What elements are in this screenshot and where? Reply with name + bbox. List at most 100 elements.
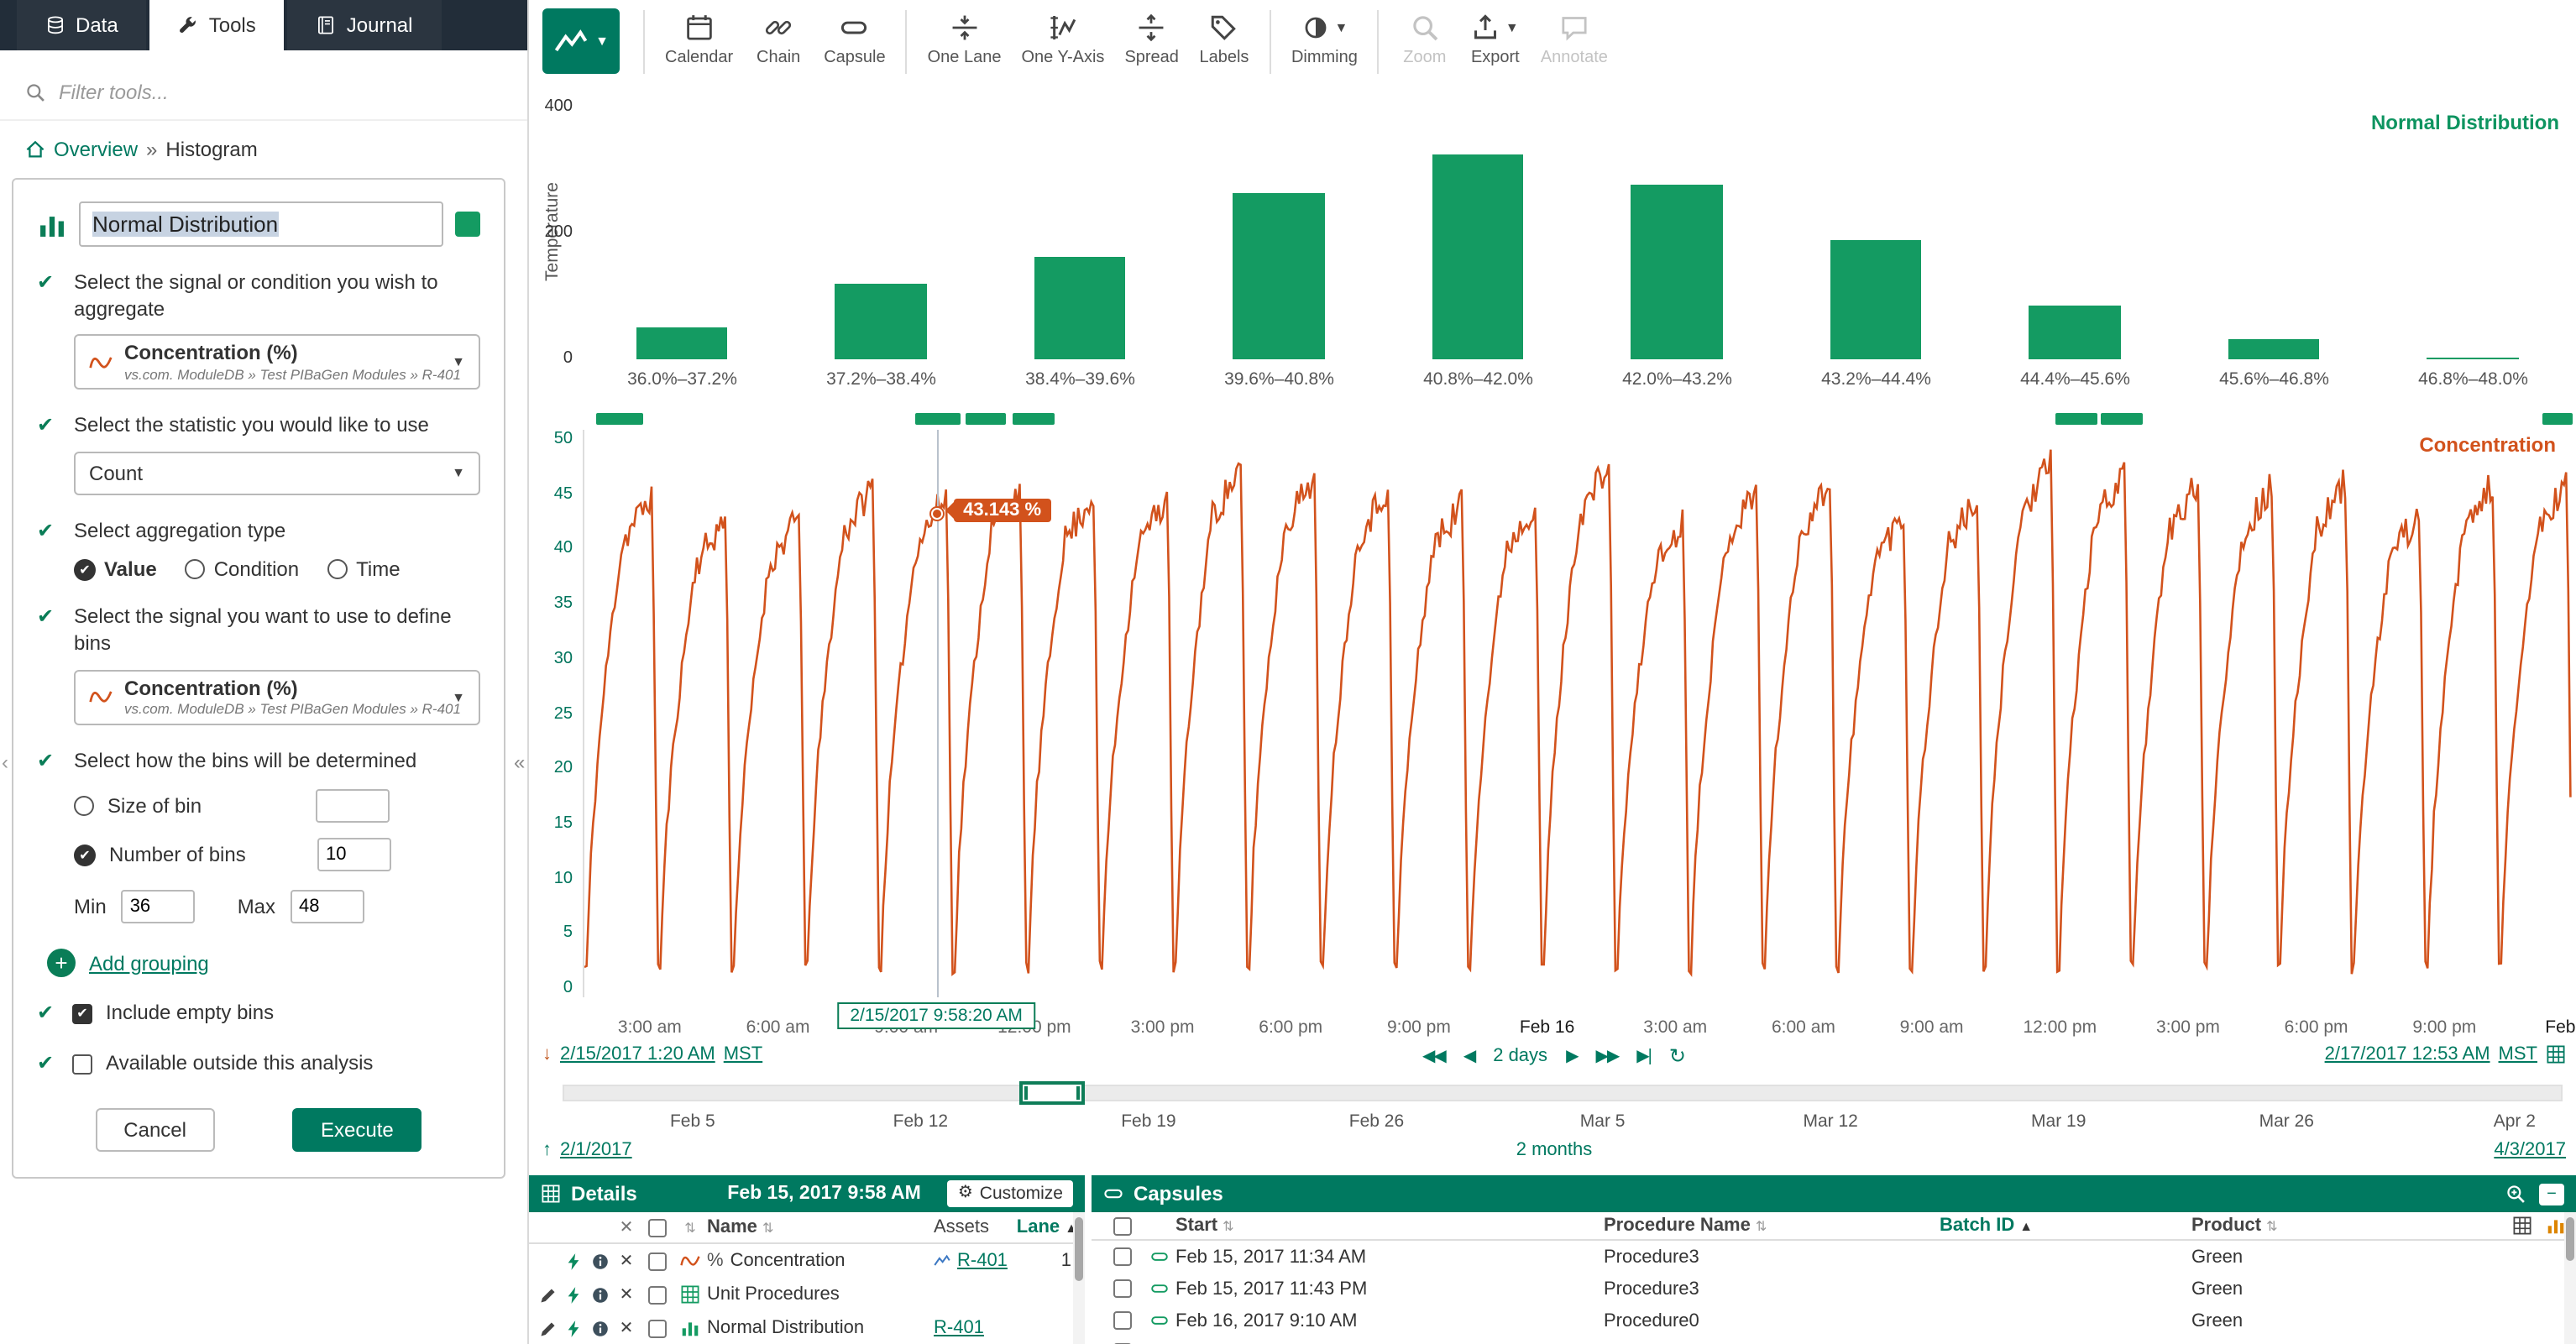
toolbar-export-button[interactable]: ▼ Export <box>1460 7 1531 74</box>
cache-bolt-icon[interactable] <box>563 1285 582 1304</box>
edit-pencil-icon[interactable] <box>538 1319 557 1337</box>
capsule-row[interactable]: Feb 15, 2017 11:43 PM Procedure3 Green <box>1092 1273 2576 1305</box>
toolbar-labels-button[interactable]: Labels <box>1189 7 1259 74</box>
bin-signal-select[interactable]: Concentration (%) vs.com. ModuleDB » Tes… <box>74 669 480 724</box>
edit-pencil-icon[interactable] <box>538 1285 557 1304</box>
toolbar-one-lane-button[interactable]: One Lane <box>918 7 1012 74</box>
add-grouping-link[interactable]: Add grouping <box>89 951 209 975</box>
toolbar-annotate-button[interactable]: Annotate <box>1531 7 1618 74</box>
capsule-bar[interactable] <box>965 413 1007 425</box>
capsule-bar[interactable] <box>1013 413 1055 425</box>
aggregate-signal-select[interactable]: Concentration (%) vs.com. ModuleDB » Tes… <box>74 334 480 390</box>
view-selector-button[interactable]: ▼ <box>542 8 620 74</box>
range-end-timezone-link[interactable]: MST <box>2499 1044 2537 1064</box>
scrollbar-thumb[interactable] <box>1075 1217 1083 1281</box>
investigate-timebar[interactable] <box>563 1085 2563 1101</box>
trend-plot[interactable]: 43.143 % 2/15/2017 9:58:20 AM Concentrat… <box>583 430 2573 997</box>
cancel-button[interactable]: Cancel <box>95 1109 215 1153</box>
capsule-row[interactable]: Feb 17, 2017 10:04 AM <box>1092 1336 2576 1344</box>
capsules-scrollbar[interactable] <box>2564 1212 2576 1344</box>
max-input[interactable] <box>291 890 364 923</box>
histogram-bar[interactable] <box>636 327 728 359</box>
tab-tools[interactable]: Tools <box>150 0 285 50</box>
capsule-checkbox[interactable] <box>1113 1311 1131 1330</box>
select-all-checkbox[interactable] <box>647 1218 666 1237</box>
include-empty-bins-checkbox[interactable]: ✔ <box>72 1004 92 1024</box>
procedure-name-column-header[interactable]: Procedure Name ⇅ <box>1604 1216 1940 1236</box>
cache-bolt-icon[interactable] <box>563 1319 582 1337</box>
capsule-checkbox[interactable] <box>1113 1247 1131 1266</box>
batch-id-column-header[interactable]: Batch ID ▲ <box>1940 1216 2191 1236</box>
details-row-unit-procedures[interactable]: ✕ Unit Procedures <box>529 1278 1085 1311</box>
details-scrollbar[interactable] <box>1073 1212 1085 1344</box>
collapse-panel-button[interactable]: − <box>2539 1183 2564 1205</box>
collapse-sidebar-handle[interactable]: « <box>514 750 525 774</box>
info-icon[interactable] <box>590 1285 609 1304</box>
product-column-header[interactable]: Product ⇅ <box>2191 1216 2492 1236</box>
statistic-select[interactable]: Count ▼ <box>74 452 480 495</box>
capsule-bar[interactable] <box>2101 413 2143 425</box>
zoom-to-capsule-icon[interactable] <box>2505 1184 2526 1204</box>
details-row-concentration[interactable]: ✕ % Concentration R-401 1 <box>529 1244 1085 1278</box>
range-duration-button[interactable]: 2 days <box>1493 1046 1547 1066</box>
refresh-button[interactable]: ↻ <box>1669 1044 1686 1068</box>
toolbar-dimming-button[interactable]: ▼ Dimming <box>1281 7 1368 74</box>
add-grouping-icon[interactable]: + <box>47 949 76 977</box>
remove-item-icon[interactable]: ✕ <box>613 1252 640 1270</box>
auto-update-icon[interactable] <box>2546 1044 2566 1064</box>
range-end-link[interactable]: 2/17/2017 12:53 AM <box>2325 1044 2490 1064</box>
number-of-bins-radio[interactable]: ✔ <box>74 844 96 865</box>
number-of-bins-input[interactable] <box>317 838 391 871</box>
start-column-header[interactable]: Start ⇅ <box>1175 1216 1604 1236</box>
row-checkbox[interactable] <box>647 1252 666 1270</box>
sort-icon[interactable]: ⇅ <box>673 1220 707 1235</box>
histogram-bar[interactable] <box>835 284 927 359</box>
capsule-bar[interactable] <box>2542 413 2573 425</box>
capsule-bar[interactable] <box>597 413 643 425</box>
capsule-row[interactable]: Feb 15, 2017 11:34 AM Procedure3 Green <box>1092 1241 2576 1273</box>
histogram-bar[interactable] <box>2427 357 2519 359</box>
info-icon[interactable] <box>590 1319 609 1337</box>
collapse-left-edge-handle[interactable]: ‹ <box>2 750 8 774</box>
pan-back-fast-button[interactable]: ◀◀ <box>1422 1047 1445 1065</box>
investigate-start-link[interactable]: 2/1/2017 <box>560 1140 632 1160</box>
color-swatch[interactable] <box>455 212 480 237</box>
capsule-bar[interactable] <box>915 413 961 425</box>
histogram-bar[interactable] <box>1034 258 1126 360</box>
histogram-bar[interactable] <box>1233 194 1325 359</box>
toolbar-calendar-button[interactable]: Calendar <box>655 7 743 74</box>
range-start-timezone-link[interactable]: MST <box>724 1044 762 1064</box>
search-input[interactable] <box>59 80 502 103</box>
pan-forward-fast-button[interactable]: ▶▶ <box>1595 1047 1618 1065</box>
histogram-bar[interactable] <box>1432 154 1524 360</box>
agg-type-time-radio[interactable]: Time <box>327 558 400 582</box>
cache-bolt-icon[interactable] <box>563 1252 582 1270</box>
home-icon[interactable] <box>25 139 45 160</box>
tab-journal[interactable]: Journal <box>288 0 442 50</box>
investigate-end-link[interactable]: 4/3/2017 <box>2494 1140 2566 1160</box>
toolbar-one-y-axis-button[interactable]: One Y-Axis <box>1011 7 1114 74</box>
capsule-stats-icon[interactable] <box>2546 1216 2566 1236</box>
execute-button[interactable]: Execute <box>292 1109 422 1153</box>
breadcrumb-overview-link[interactable]: Overview <box>54 138 138 161</box>
histogram-bar[interactable] <box>2029 306 2121 359</box>
remove-all-icon[interactable]: ✕ <box>613 1218 640 1237</box>
tab-data[interactable]: Data <box>17 0 147 50</box>
timebar-selection-handle[interactable] <box>1019 1081 1085 1105</box>
remove-item-icon[interactable]: ✕ <box>613 1285 640 1304</box>
agg-type-value-radio[interactable]: ✔ Value <box>74 558 157 582</box>
capsule-checkbox[interactable] <box>1113 1279 1131 1298</box>
pan-back-button[interactable]: ◀ <box>1463 1047 1474 1065</box>
toolbar-zoom-button[interactable]: Zoom <box>1390 7 1460 74</box>
toolbar-chain-button[interactable]: Chain <box>743 7 814 74</box>
size-of-bin-radio[interactable] <box>74 796 94 816</box>
toolbar-spread-button[interactable]: Spread <box>1114 7 1189 74</box>
customize-button[interactable]: ⚙ Customize <box>948 1180 1073 1207</box>
capsule-row[interactable]: Feb 16, 2017 9:10 AM Procedure0 Green <box>1092 1305 2576 1336</box>
available-outside-checkbox[interactable] <box>72 1054 92 1074</box>
min-input[interactable] <box>122 890 196 923</box>
row-checkbox[interactable] <box>647 1285 666 1304</box>
add-column-icon[interactable] <box>2512 1216 2532 1236</box>
pan-to-end-button[interactable]: ▶| <box>1636 1047 1651 1065</box>
row-checkbox[interactable] <box>647 1319 666 1337</box>
